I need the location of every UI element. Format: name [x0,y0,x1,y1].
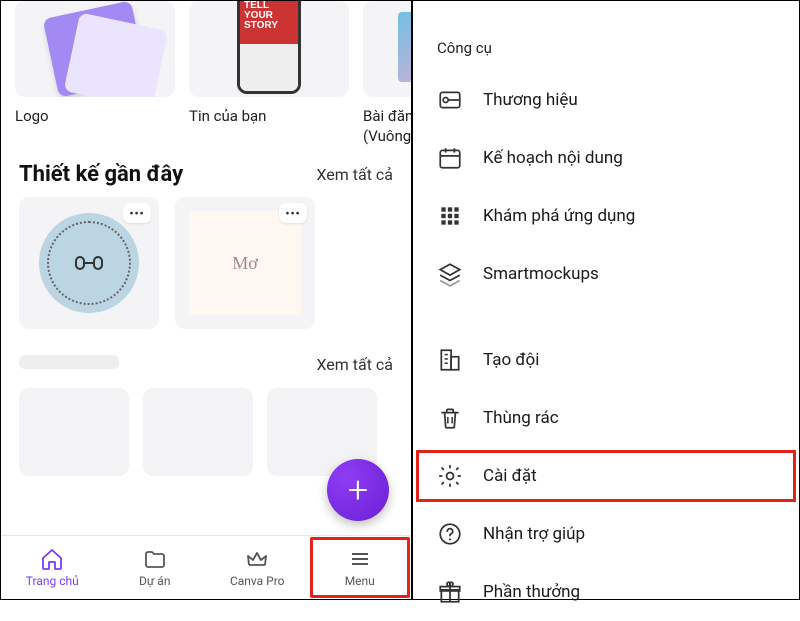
template-label: Bài đăng I (Vuông) [363,107,411,146]
template-thumb-logo [15,1,175,97]
more-options-button[interactable]: ••• [123,203,151,223]
menu-item-help[interactable]: Nhận trợ giúp [413,505,799,563]
apps-grid-icon [437,203,463,229]
menu-drawer: Công cụ Thương hiệu Kế hoạch nội dung Kh… [413,1,799,599]
nav-label: Trang chủ [26,574,79,588]
help-icon [437,521,463,547]
template-item-square-post[interactable]: Bài đăng I (Vuông) [363,1,411,146]
recent-design-card[interactable]: ••• [19,197,159,329]
template-item-logo[interactable]: Logo [15,1,175,146]
menu-icon [348,547,372,571]
design-graphic-icon [74,253,104,273]
blank-see-all-link[interactable]: Xem tất cả [316,355,393,374]
calendar-icon [437,145,463,171]
menu-label: Thương hiệu [483,90,578,110]
menu-label: Thùng rác [483,408,559,428]
more-options-button[interactable]: ••• [279,203,307,223]
menu-item-content-plan[interactable]: Kế hoạch nội dung [413,129,799,187]
recent-see-all-link[interactable]: Xem tất cả [316,165,393,184]
recent-design-preview: Mơ [189,211,301,315]
nav-pro[interactable]: Canva Pro [206,536,309,599]
create-new-fab[interactable]: + [327,459,389,521]
menu-label: Phần thưởng [483,582,580,602]
nav-menu[interactable]: Menu [309,536,412,599]
home-icon [40,547,64,571]
template-label: Logo [15,107,175,127]
app-main-screen: Logo TELL YOUR STORY Tin của bạn Bài đăn… [1,1,413,599]
template-item-story[interactable]: TELL YOUR STORY Tin của bạn [189,1,349,146]
menu-item-smartmockups[interactable]: Smartmockups [413,245,799,303]
menu-item-discover-apps[interactable]: Khám phá ứng dụng [413,187,799,245]
nav-label: Menu [345,574,375,588]
template-thumb-square-post [363,1,411,97]
nav-label: Canva Pro [230,574,285,588]
placeholder-bar [19,355,119,369]
menu-label: Khám phá ứng dụng [483,206,635,226]
nav-label: Dự án [139,574,170,588]
blank-section-header: Xem tất cả [1,329,411,380]
menu-label: Smartmockups [483,264,599,284]
menu-item-trash[interactable]: Thùng rác [413,389,799,447]
template-label: Tin của bạn [189,107,349,127]
folder-icon [143,547,167,571]
recent-design-card[interactable]: Mơ ••• [175,197,315,329]
menu-label: Cài đặt [483,466,537,486]
crown-icon [245,547,269,571]
brand-kit-icon [437,87,463,113]
building-icon [437,347,463,373]
bottom-nav: Trang chủ Dự án Canva Pro Menu [1,535,411,599]
recent-design-preview [39,213,139,313]
template-thumb-story: TELL YOUR STORY [189,1,349,97]
gift-icon [437,579,463,605]
gear-icon [437,463,463,489]
menu-label: Kế hoạch nội dung [483,148,623,168]
menu-item-create-team[interactable]: Tạo đội [413,331,799,389]
menu-section-title: Công cụ [413,9,799,71]
plus-icon: + [348,469,368,511]
menu-item-rewards[interactable]: Phần thưởng [413,563,799,621]
menu-item-settings[interactable]: Cài đặt [413,447,799,505]
menu-label: Nhận trợ giúp [483,524,585,544]
layers-icon [437,261,463,287]
trash-icon [437,405,463,431]
template-categories-row[interactable]: Logo TELL YOUR STORY Tin của bạn Bài đăn… [1,1,411,146]
recent-section-header: Thiết kế gần đây Xem tất cả [1,146,411,197]
recent-title: Thiết kế gần đây [19,162,183,187]
nav-home[interactable]: Trang chủ [1,536,104,599]
menu-label: Tạo đội [483,350,539,370]
nav-projects[interactable]: Dự án [104,536,207,599]
recent-designs-row: ••• Mơ ••• [1,197,411,329]
placeholder-card[interactable] [19,388,129,476]
menu-item-brand[interactable]: Thương hiệu [413,71,799,129]
placeholder-card[interactable] [143,388,253,476]
